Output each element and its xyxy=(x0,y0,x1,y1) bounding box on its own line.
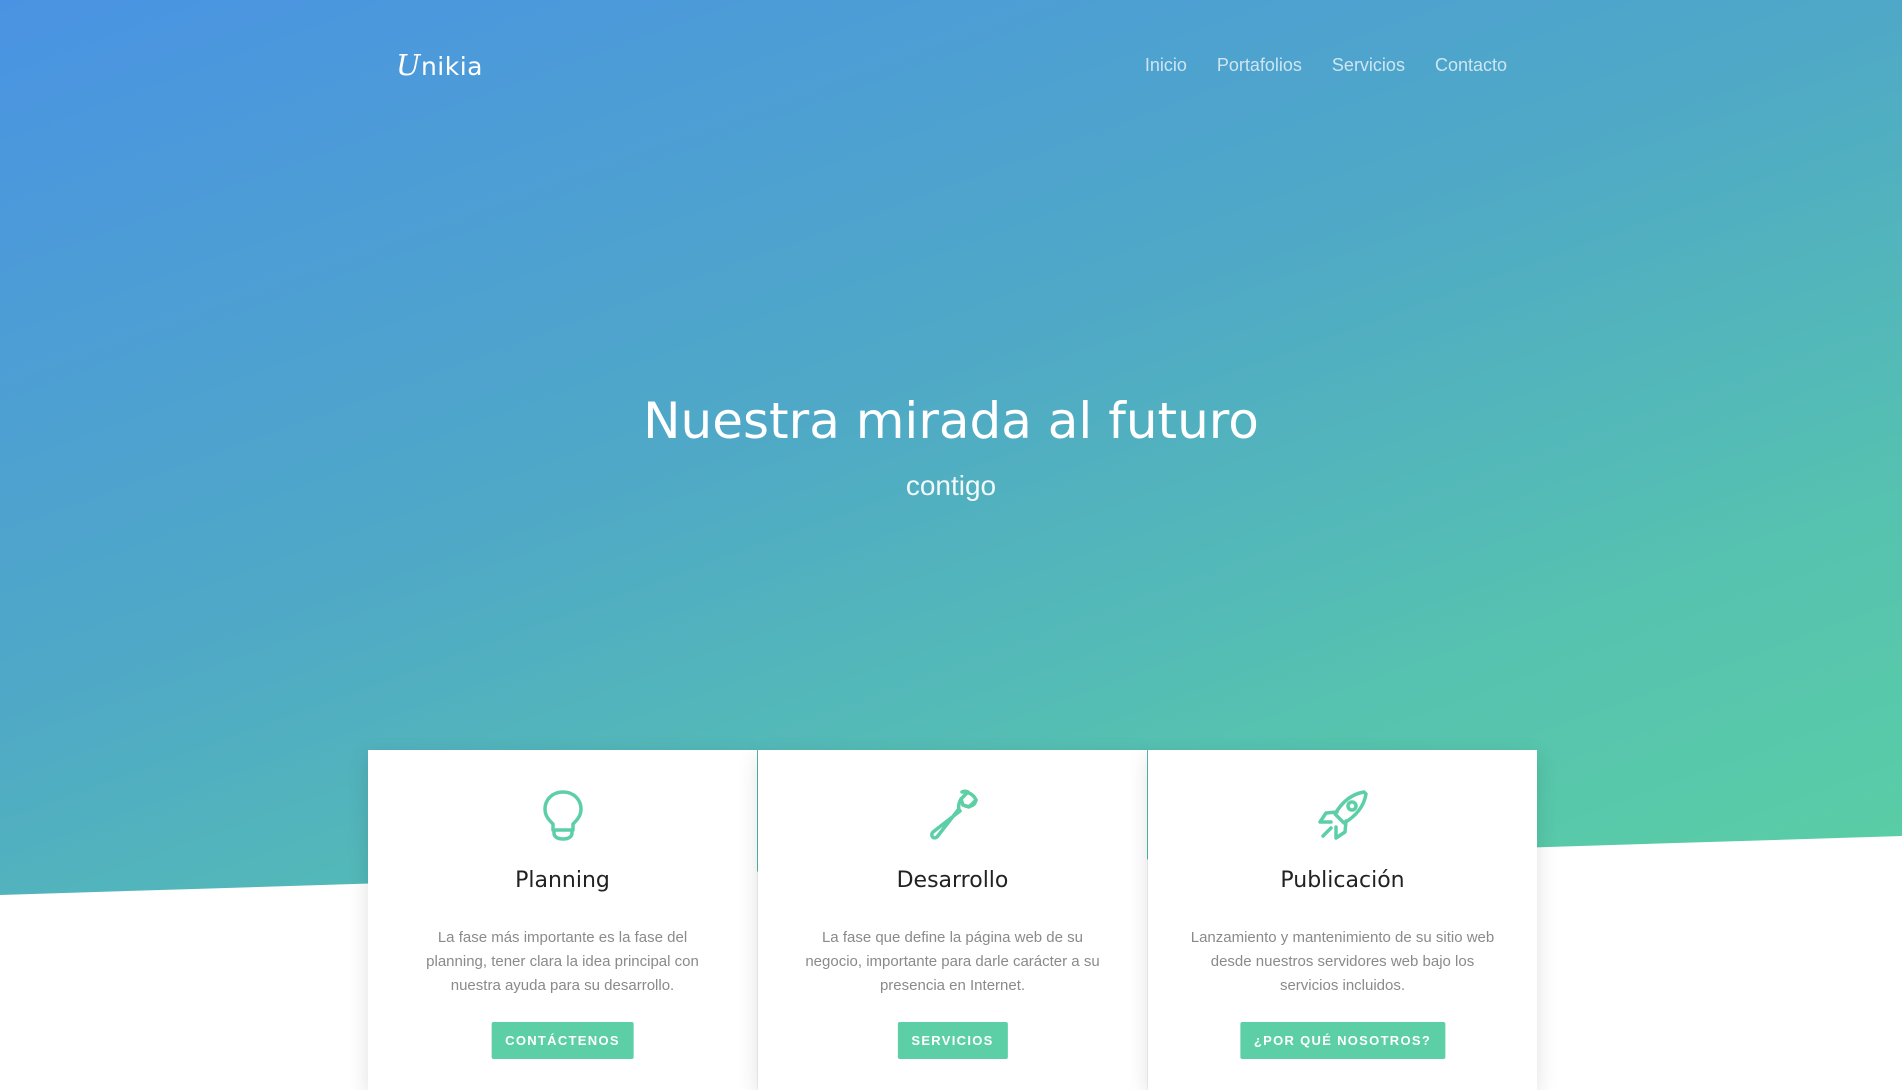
nav-link-portafolios[interactable]: Portafolios xyxy=(1217,55,1302,76)
card-text: La fase que define la página web de su n… xyxy=(805,929,1100,994)
why-us-button[interactable]: ¿POR QUÉ NOSOTROS? xyxy=(1239,1022,1446,1059)
nav-link-servicios[interactable]: Servicios xyxy=(1332,55,1405,76)
card-title: Publicación xyxy=(1280,868,1405,893)
logo-initial: U xyxy=(396,48,421,82)
card-title: Desarrollo xyxy=(896,868,1009,893)
card-desarrollo: Desarrollo La fase que define la página … xyxy=(758,750,1147,1090)
nav-link-contacto[interactable]: Contacto xyxy=(1435,55,1507,76)
rocket-icon xyxy=(1148,786,1537,844)
contact-button[interactable]: CONTÁCTENOS xyxy=(491,1022,634,1059)
card-publicacion: Publicación Lanzamiento y mantenimiento … xyxy=(1148,750,1537,1090)
card-title: Planning xyxy=(515,868,610,893)
services-button[interactable]: SERVICIOS xyxy=(897,1022,1008,1059)
hero-subtitle: contigo xyxy=(905,470,997,501)
lightbulb-icon xyxy=(368,786,757,844)
logo-text: nikia xyxy=(420,52,483,81)
wrench-icon xyxy=(758,786,1147,844)
card-planning: Planning La fase más importante es la fa… xyxy=(368,750,757,1090)
nav-link-inicio[interactable]: Inicio xyxy=(1145,55,1187,76)
main-nav: Inicio Portafolios Servicios Contacto xyxy=(1145,55,1507,76)
card-text: La fase más importante es la fase del pl… xyxy=(426,929,699,994)
hero-title: Nuestra mirada al futuro xyxy=(643,392,1259,450)
brand-logo[interactable]: Unikia xyxy=(396,48,483,82)
feature-cards: Planning La fase más importante es la fa… xyxy=(368,750,1538,1090)
card-text: Lanzamiento y mantenimiento de su sitio … xyxy=(1190,929,1495,994)
